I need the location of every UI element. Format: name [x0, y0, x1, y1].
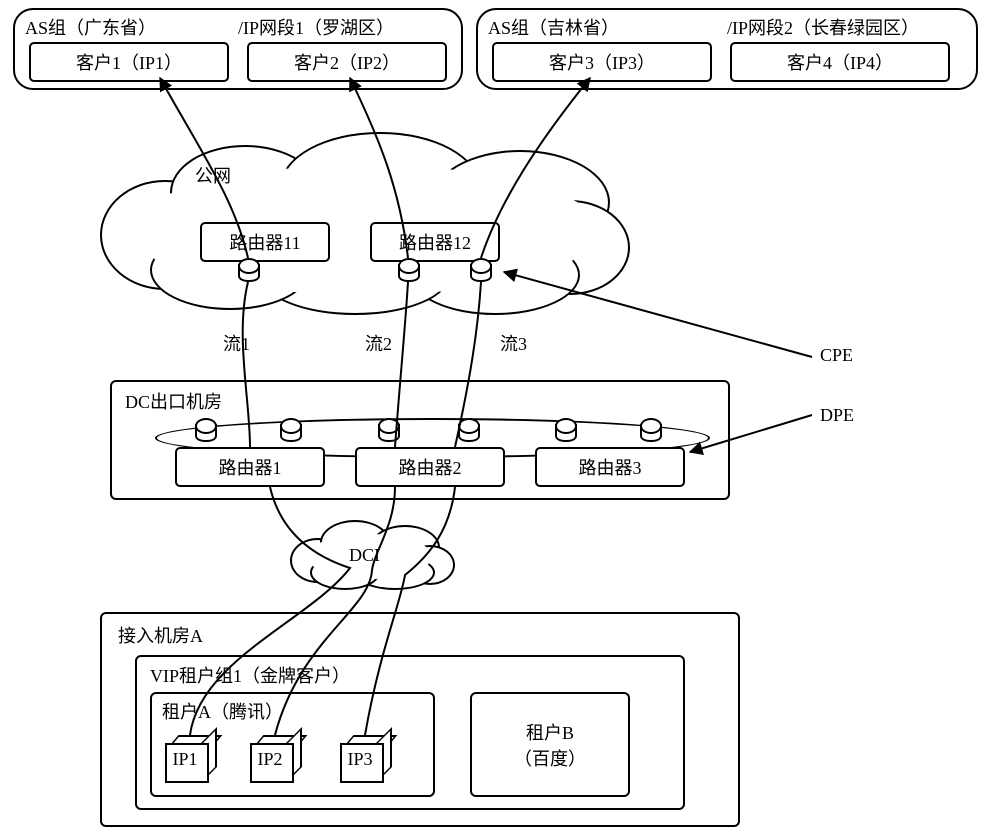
as-group-2-title: AS组（吉林省） /IP网段2（长春绿园区）: [488, 14, 966, 40]
port-icon: [238, 258, 260, 282]
ip-label: /IP网段1（罗湖区）: [238, 14, 451, 40]
client-1-label: 客户1（IP1）: [76, 49, 182, 75]
vip-group-title: VIP租户组1（金牌客户）: [150, 662, 350, 688]
ip-cube-3: IP3: [340, 735, 392, 783]
port-icon: [398, 258, 420, 282]
router-2: 路由器2: [355, 447, 505, 487]
port-icon: [640, 418, 662, 442]
router-12: 路由器12: [370, 222, 500, 262]
dci-label: DCI: [349, 545, 380, 566]
as-group-1: AS组（广东省） /IP网段1（罗湖区） 客户1（IP1） 客户2（IP2）: [13, 8, 463, 90]
dpe-label: DPE: [820, 405, 854, 426]
router-3-label: 路由器3: [579, 454, 642, 480]
ip3-label: IP3: [340, 749, 380, 770]
cpe-label: CPE: [820, 345, 853, 366]
client-3-label: 客户3（IP3）: [549, 49, 655, 75]
router-3: 路由器3: [535, 447, 685, 487]
port-icon: [378, 418, 400, 442]
client-2-label: 客户2（IP2）: [294, 49, 400, 75]
router-11: 路由器11: [200, 222, 330, 262]
as-group-2: AS组（吉林省） /IP网段2（长春绿园区） 客户3（IP3） 客户4（IP4）: [476, 8, 978, 90]
router-1: 路由器1: [175, 447, 325, 487]
client-3: 客户3（IP3）: [492, 42, 712, 82]
tenant-a-title: 租户A（腾讯）: [162, 698, 283, 724]
client-4: 客户4（IP4）: [730, 42, 950, 82]
tenant-b: 租户B （百度）: [470, 692, 630, 797]
flow3-label: 流3: [500, 330, 527, 356]
flow2-label: 流2: [365, 330, 392, 356]
port-icon: [280, 418, 302, 442]
client-4-label: 客户4（IP4）: [787, 49, 893, 75]
public-net-cloud: [110, 140, 620, 300]
ip2-label: IP2: [250, 749, 290, 770]
ip-cube-2: IP2: [250, 735, 302, 783]
ip-cube-1: IP1: [165, 735, 217, 783]
port-icon: [470, 258, 492, 282]
dc-exit-title: DC出口机房: [125, 388, 222, 414]
router-11-label: 路由器11: [229, 229, 300, 255]
port-icon: [195, 418, 217, 442]
client-1: 客户1（IP1）: [29, 42, 229, 82]
as-group-1-title: AS组（广东省） /IP网段1（罗湖区）: [25, 14, 451, 40]
client-2: 客户2（IP2）: [247, 42, 447, 82]
ip-label: /IP网段2（长春绿园区）: [727, 14, 966, 40]
flow1-label: 流1: [223, 330, 250, 356]
tenant-b-label: 租户B （百度）: [514, 719, 586, 771]
router-12-label: 路由器12: [399, 229, 471, 255]
public-net-label: 公网: [195, 162, 231, 188]
as-label: AS组（吉林省）: [488, 14, 727, 40]
ip1-label: IP1: [165, 749, 205, 770]
port-icon: [458, 418, 480, 442]
router-2-label: 路由器2: [399, 454, 462, 480]
as-label: AS组（广东省）: [25, 14, 238, 40]
access-room-title: 接入机房A: [118, 622, 203, 648]
router-1-label: 路由器1: [219, 454, 282, 480]
port-icon: [555, 418, 577, 442]
